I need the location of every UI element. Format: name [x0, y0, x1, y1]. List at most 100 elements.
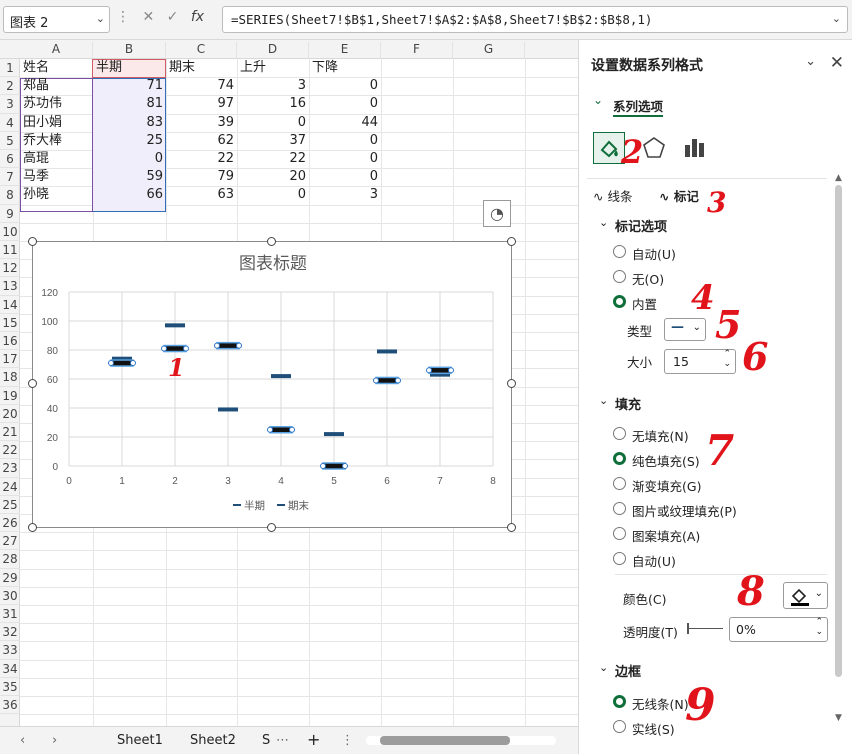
table-cell[interactable]: 22: [237, 150, 309, 168]
column-header[interactable]: F: [381, 42, 453, 59]
horizontal-scroll-thumb[interactable]: [380, 736, 510, 745]
row-header[interactable]: 36: [0, 696, 20, 715]
spin-down-icon[interactable]: ⌄: [723, 359, 731, 369]
table-cell[interactable]: 79: [166, 168, 237, 186]
table-cell[interactable]: 0: [309, 168, 381, 186]
row-header[interactable]: 23: [0, 459, 20, 478]
effects-tab[interactable]: [641, 135, 667, 161]
row-header[interactable]: 31: [0, 605, 20, 624]
table-cell[interactable]: 44: [309, 114, 381, 132]
resize-handle[interactable]: [267, 237, 276, 246]
sheet-tab-2[interactable]: Sheet2: [190, 733, 236, 748]
row-header[interactable]: 35: [0, 678, 20, 696]
spin-down-icon[interactable]: ⌄: [815, 627, 823, 637]
row-header[interactable]: 27: [0, 532, 20, 551]
marker-builtin-radio[interactable]: [613, 295, 626, 308]
row-header[interactable]: 15: [0, 314, 20, 332]
row-header[interactable]: 11: [0, 241, 20, 260]
spin-up-icon[interactable]: ⌃: [723, 349, 731, 359]
table-cell[interactable]: 马季: [20, 168, 93, 186]
row-header[interactable]: 1: [0, 59, 20, 78]
column-header[interactable]: B: [93, 42, 166, 59]
chevron-down-icon[interactable]: ⌄: [599, 216, 608, 229]
sheet-tab-3[interactable]: S: [262, 733, 270, 748]
table-cell[interactable]: 0: [309, 150, 381, 168]
close-icon[interactable]: ✕: [830, 53, 844, 73]
table-cell[interactable]: 25: [93, 132, 166, 150]
column-header[interactable]: D: [237, 42, 309, 59]
more-sheets-icon[interactable]: ⋯: [276, 733, 289, 748]
table-cell[interactable]: 74: [166, 77, 237, 95]
table-cell[interactable]: 郑晶: [20, 77, 93, 95]
resize-handle[interactable]: [507, 237, 516, 246]
data-point-半期[interactable]: [163, 344, 187, 353]
table-cell[interactable]: 66: [93, 186, 166, 204]
row-header[interactable]: 18: [0, 368, 20, 387]
resize-handle[interactable]: [28, 237, 37, 246]
chevron-down-icon[interactable]: ⌄: [593, 93, 603, 107]
chevron-down-icon[interactable]: ⌄: [599, 394, 608, 407]
marker-options-header[interactable]: 标记选项: [615, 216, 667, 235]
table-cell[interactable]: 83: [93, 114, 166, 132]
sheet-tab-1[interactable]: Sheet1: [117, 733, 163, 748]
row-header[interactable]: 24: [0, 478, 20, 496]
table-cell[interactable]: 71: [93, 77, 166, 95]
row-header[interactable]: 3: [0, 95, 20, 114]
table-cell[interactable]: 0: [309, 95, 381, 113]
spin-up-icon[interactable]: ⌃: [815, 617, 823, 627]
data-point-半期[interactable]: [269, 426, 293, 434]
table-cell[interactable]: 97: [166, 95, 237, 113]
table-cell[interactable]: 0: [237, 186, 309, 204]
marker-size-input[interactable]: 15 ⌃ ⌄: [664, 349, 736, 374]
resize-handle[interactable]: [267, 523, 276, 532]
marker-tab[interactable]: ∿ 标记: [659, 186, 699, 205]
row-header[interactable]: 19: [0, 387, 20, 405]
more-icon[interactable]: ⋮: [116, 9, 130, 25]
no-fill-radio[interactable]: [613, 427, 626, 440]
resize-handle[interactable]: [28, 523, 37, 532]
more-icon[interactable]: ⋮: [341, 733, 354, 748]
row-header[interactable]: 6: [0, 150, 20, 169]
row-header[interactable]: 33: [0, 641, 20, 660]
series-options-dropdown[interactable]: 系列选项: [613, 96, 663, 115]
chevron-down-icon[interactable]: ⌄: [96, 12, 105, 25]
resize-handle[interactable]: [28, 379, 37, 388]
row-header[interactable]: 9: [0, 205, 20, 223]
data-point-半期[interactable]: [322, 462, 346, 470]
quick-analysis-icon[interactable]: ◔: [483, 200, 511, 227]
table-cell[interactable]: 高琨: [20, 150, 93, 168]
table-cell[interactable]: 姓名: [20, 59, 93, 77]
table-cell[interactable]: 0: [309, 132, 381, 150]
table-cell[interactable]: 田小娟: [20, 114, 93, 132]
table-cell[interactable]: 20: [237, 168, 309, 186]
row-header[interactable]: 29: [0, 569, 20, 587]
row-header[interactable]: 10: [0, 223, 20, 241]
table-cell[interactable]: 上升: [237, 59, 309, 77]
expand-formula-icon[interactable]: ⌄: [832, 12, 841, 25]
table-cell[interactable]: 半期: [93, 59, 166, 77]
panel-scrollbar[interactable]: [835, 185, 842, 677]
enter-icon[interactable]: ✓: [167, 9, 179, 25]
resize-handle[interactable]: [507, 523, 516, 532]
name-box[interactable]: 图表 2 ⌄: [3, 6, 110, 33]
data-point-半期[interactable]: [375, 376, 399, 385]
border-header[interactable]: 边框: [615, 661, 641, 680]
marker-auto-radio[interactable]: [613, 245, 626, 258]
table-cell[interactable]: 81: [93, 95, 166, 113]
column-header[interactable]: E: [309, 42, 381, 59]
table-cell[interactable]: 3: [237, 77, 309, 95]
solid-fill-radio[interactable]: [613, 452, 626, 465]
fill-header[interactable]: 填充: [615, 394, 641, 413]
row-header[interactable]: 12: [0, 259, 20, 278]
table-cell[interactable]: 下降: [309, 59, 381, 77]
data-point-半期[interactable]: [216, 341, 240, 350]
transparency-slider-thumb[interactable]: [687, 623, 689, 634]
chevron-down-icon[interactable]: ⌄: [599, 661, 608, 674]
row-header[interactable]: 32: [0, 623, 20, 642]
table-cell[interactable]: 22: [166, 150, 237, 168]
table-cell[interactable]: 37: [237, 132, 309, 150]
marker-none-radio[interactable]: [613, 270, 626, 283]
row-header[interactable]: 34: [0, 660, 20, 678]
row-header[interactable]: 5: [0, 132, 20, 150]
row-header[interactable]: 25: [0, 496, 20, 514]
